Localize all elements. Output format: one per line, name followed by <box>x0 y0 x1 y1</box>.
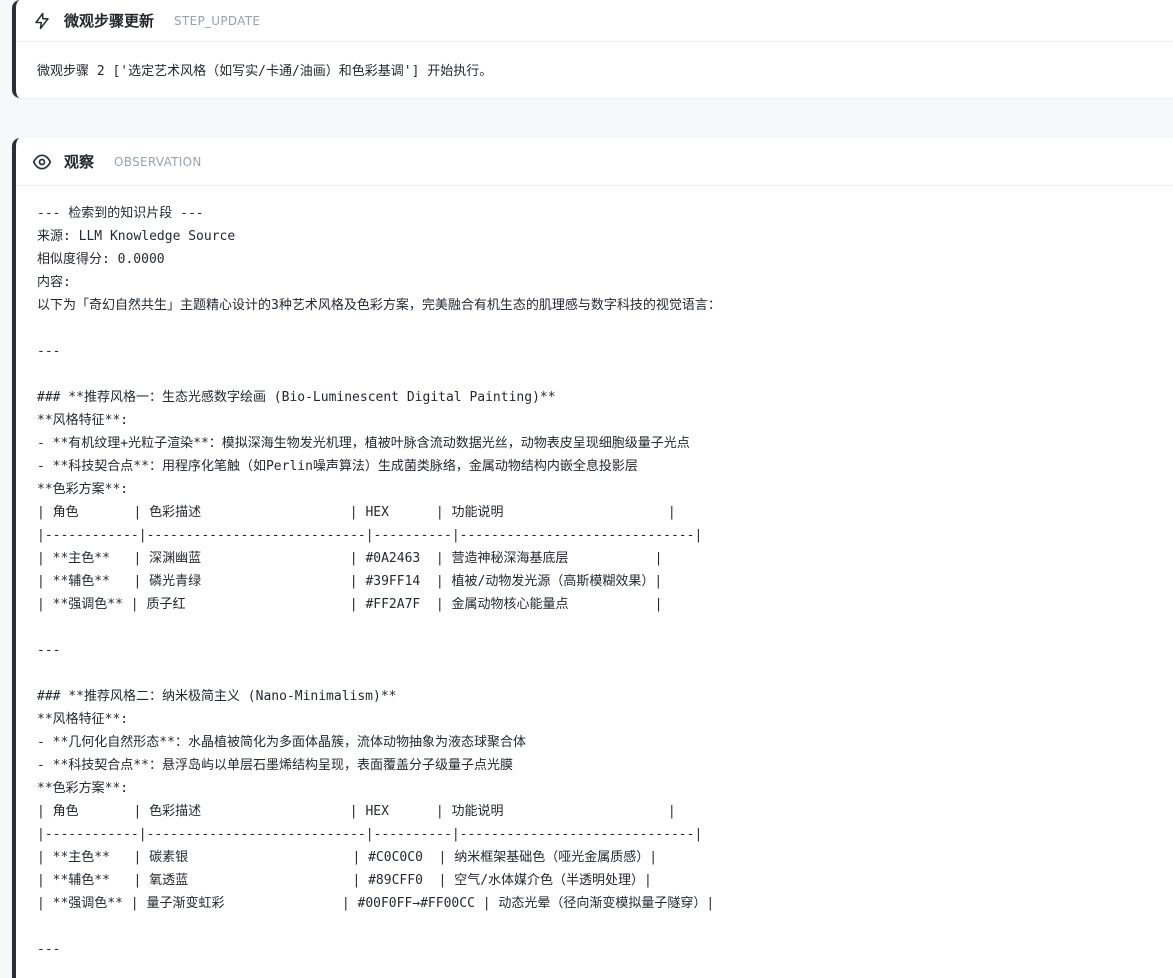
observation-line: | **主色** | 碳素银 | #C0C0C0 | 纳米框架基础色（哑光金属质… <box>37 850 658 865</box>
observation-line: 来源: LLM Knowledge Source <box>37 229 236 244</box>
observation-line <box>37 363 1173 386</box>
observation-line: --- <box>37 942 61 957</box>
observation-line: 相似度得分: 0.0000 <box>37 252 165 267</box>
observation-line: --- <box>37 344 61 359</box>
observation-line: **风格特征**: <box>37 712 129 727</box>
observation-line: 内容: <box>37 275 71 290</box>
observation-line: | 角色 | 色彩描述 | HEX | 功能说明 | <box>37 804 676 819</box>
observation-line: **色彩方案**: <box>37 482 129 497</box>
observation-line: ### **推荐风格一：生态光感数字绘画 (Bio-Luminescent Di… <box>37 390 556 405</box>
eye-icon <box>32 152 52 172</box>
step-update-tag: STEP_UPDATE <box>174 13 261 28</box>
observation-line: - **有机纹理+光粒子渲染**：模拟深海生物发光机理，植被叶脉含流动数据光丝，… <box>37 436 690 451</box>
observation-line: - **科技契合点**：用程序化笔触（如Perlin噪声算法）生成菌类脉络，金属… <box>37 459 638 474</box>
observation-line: **色彩方案**: <box>37 781 129 796</box>
observation-line: ### **推荐风格二：纳米极简主义 (Nano-Minimalism)** <box>37 689 397 704</box>
observation-line <box>37 317 1173 340</box>
observation-content: --- 检索到的知识片段 --- 来源: LLM Knowledge Source… <box>16 186 1173 961</box>
observation-line: - **科技契合点**：悬浮岛屿以单层石墨烯结构呈现，表面覆盖分子级量子点光膜 <box>37 758 513 773</box>
observation-line <box>37 616 1173 639</box>
lightning-bolt-icon <box>32 11 52 31</box>
observation-title: 观察 <box>64 153 95 171</box>
step-update-card: 微观步骤更新 STEP_UPDATE 微观步骤 2 ['选定艺术风格（如写实/卡… <box>12 0 1173 98</box>
observation-line: |------------|--------------------------… <box>37 827 703 842</box>
observation-line: |------------|--------------------------… <box>37 528 703 543</box>
observation-line: | **强调色** | 量子渐变虹彩 | #00F0FF→#FF00CC | 动… <box>37 896 715 911</box>
observation-line: **风格特征**: <box>37 413 129 428</box>
observation-tag: OBSERVATION <box>114 154 202 169</box>
observation-line: | **辅色** | 磷光青绿 | #39FF14 | 植被/动物发光源（高斯模… <box>37 574 663 589</box>
step-update-title: 微观步骤更新 <box>64 12 155 30</box>
observation-line: 以下为「奇幻自然共生」主题精心设计的3种艺术风格及色彩方案，完美融合有机生态的肌… <box>37 298 721 313</box>
observation-card: 观察 OBSERVATION --- 检索到的知识片段 --- 来源: LLM K… <box>12 138 1173 978</box>
step-update-message: 微观步骤 2 ['选定艺术风格（如写实/卡通/油画）和色彩基调'] 开始执行。 <box>37 64 493 79</box>
observation-line: | 角色 | 色彩描述 | HEX | 功能说明 | <box>37 505 676 520</box>
observation-line: | **辅色** | 氧透蓝 | #89CFF0 | 空气/水体媒介色（半透明处… <box>37 873 652 888</box>
observation-line <box>37 662 1173 685</box>
observation-line: - **几何化自然形态**：水晶植被简化为多面体晶簇，流体动物抽象为液态球聚合体 <box>37 735 526 750</box>
observation-line: --- <box>37 643 61 658</box>
observation-line: | **强调色** | 质子红 | #FF2A7F | 金属动物核心能量点 | <box>37 597 663 612</box>
step-update-header: 微观步骤更新 STEP_UPDATE <box>16 0 1173 42</box>
observation-header: 观察 OBSERVATION <box>16 138 1173 186</box>
observation-line: --- 检索到的知识片段 --- <box>37 206 204 221</box>
observation-line <box>37 915 1173 938</box>
page: 微观步骤更新 STEP_UPDATE 微观步骤 2 ['选定艺术风格（如写实/卡… <box>0 0 1173 978</box>
observation-line: | **主色** | 深渊幽蓝 | #0A2463 | 营造神秘深海基底层 | <box>37 551 663 566</box>
